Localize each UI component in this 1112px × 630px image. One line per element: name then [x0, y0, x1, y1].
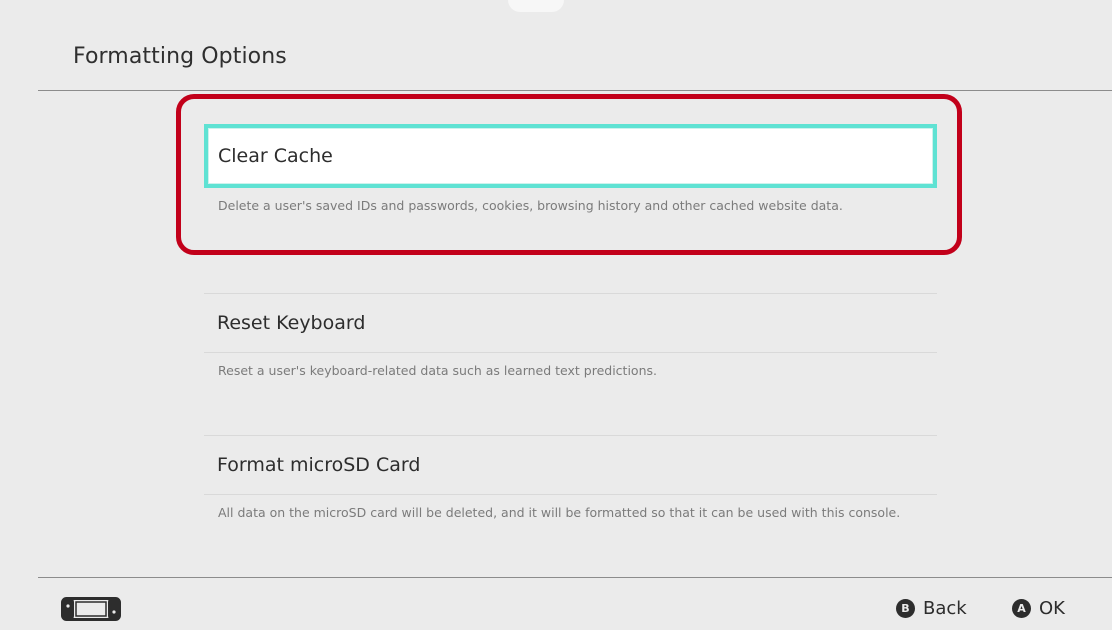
option-format-microsd-button[interactable]: Format microSD Card — [204, 435, 937, 495]
option-clear-cache[interactable]: Clear Cache Delete a user's saved IDs an… — [204, 124, 937, 216]
ok-label: OK — [1039, 597, 1065, 619]
option-label: Format microSD Card — [217, 454, 421, 476]
back-button[interactable]: B Back — [896, 595, 967, 621]
option-label: Reset Keyboard — [217, 312, 366, 334]
b-button-icon: B — [896, 598, 915, 618]
back-label: Back — [923, 597, 967, 619]
option-description: Reset a user's keyboard-related data suc… — [218, 363, 657, 378]
page-title: Formatting Options — [73, 44, 287, 69]
option-description: Delete a user's saved IDs and passwords,… — [218, 198, 843, 213]
option-format-microsd[interactable]: Format microSD Card All data on the micr… — [204, 435, 937, 523]
option-description: All data on the microSD card will be del… — [218, 505, 901, 520]
option-clear-cache-button[interactable]: Clear Cache — [204, 124, 937, 188]
header-divider — [38, 90, 1112, 91]
option-reset-keyboard[interactable]: Reset Keyboard Reset a user's keyboard-r… — [204, 293, 937, 381]
ok-button[interactable]: A OK — [1012, 595, 1065, 621]
top-notch — [508, 0, 564, 12]
option-label: Clear Cache — [218, 145, 333, 167]
footer-divider — [38, 577, 1112, 578]
option-reset-keyboard-button[interactable]: Reset Keyboard — [204, 293, 937, 353]
handheld-console-icon — [61, 597, 121, 621]
a-button-icon: A — [1012, 598, 1031, 618]
